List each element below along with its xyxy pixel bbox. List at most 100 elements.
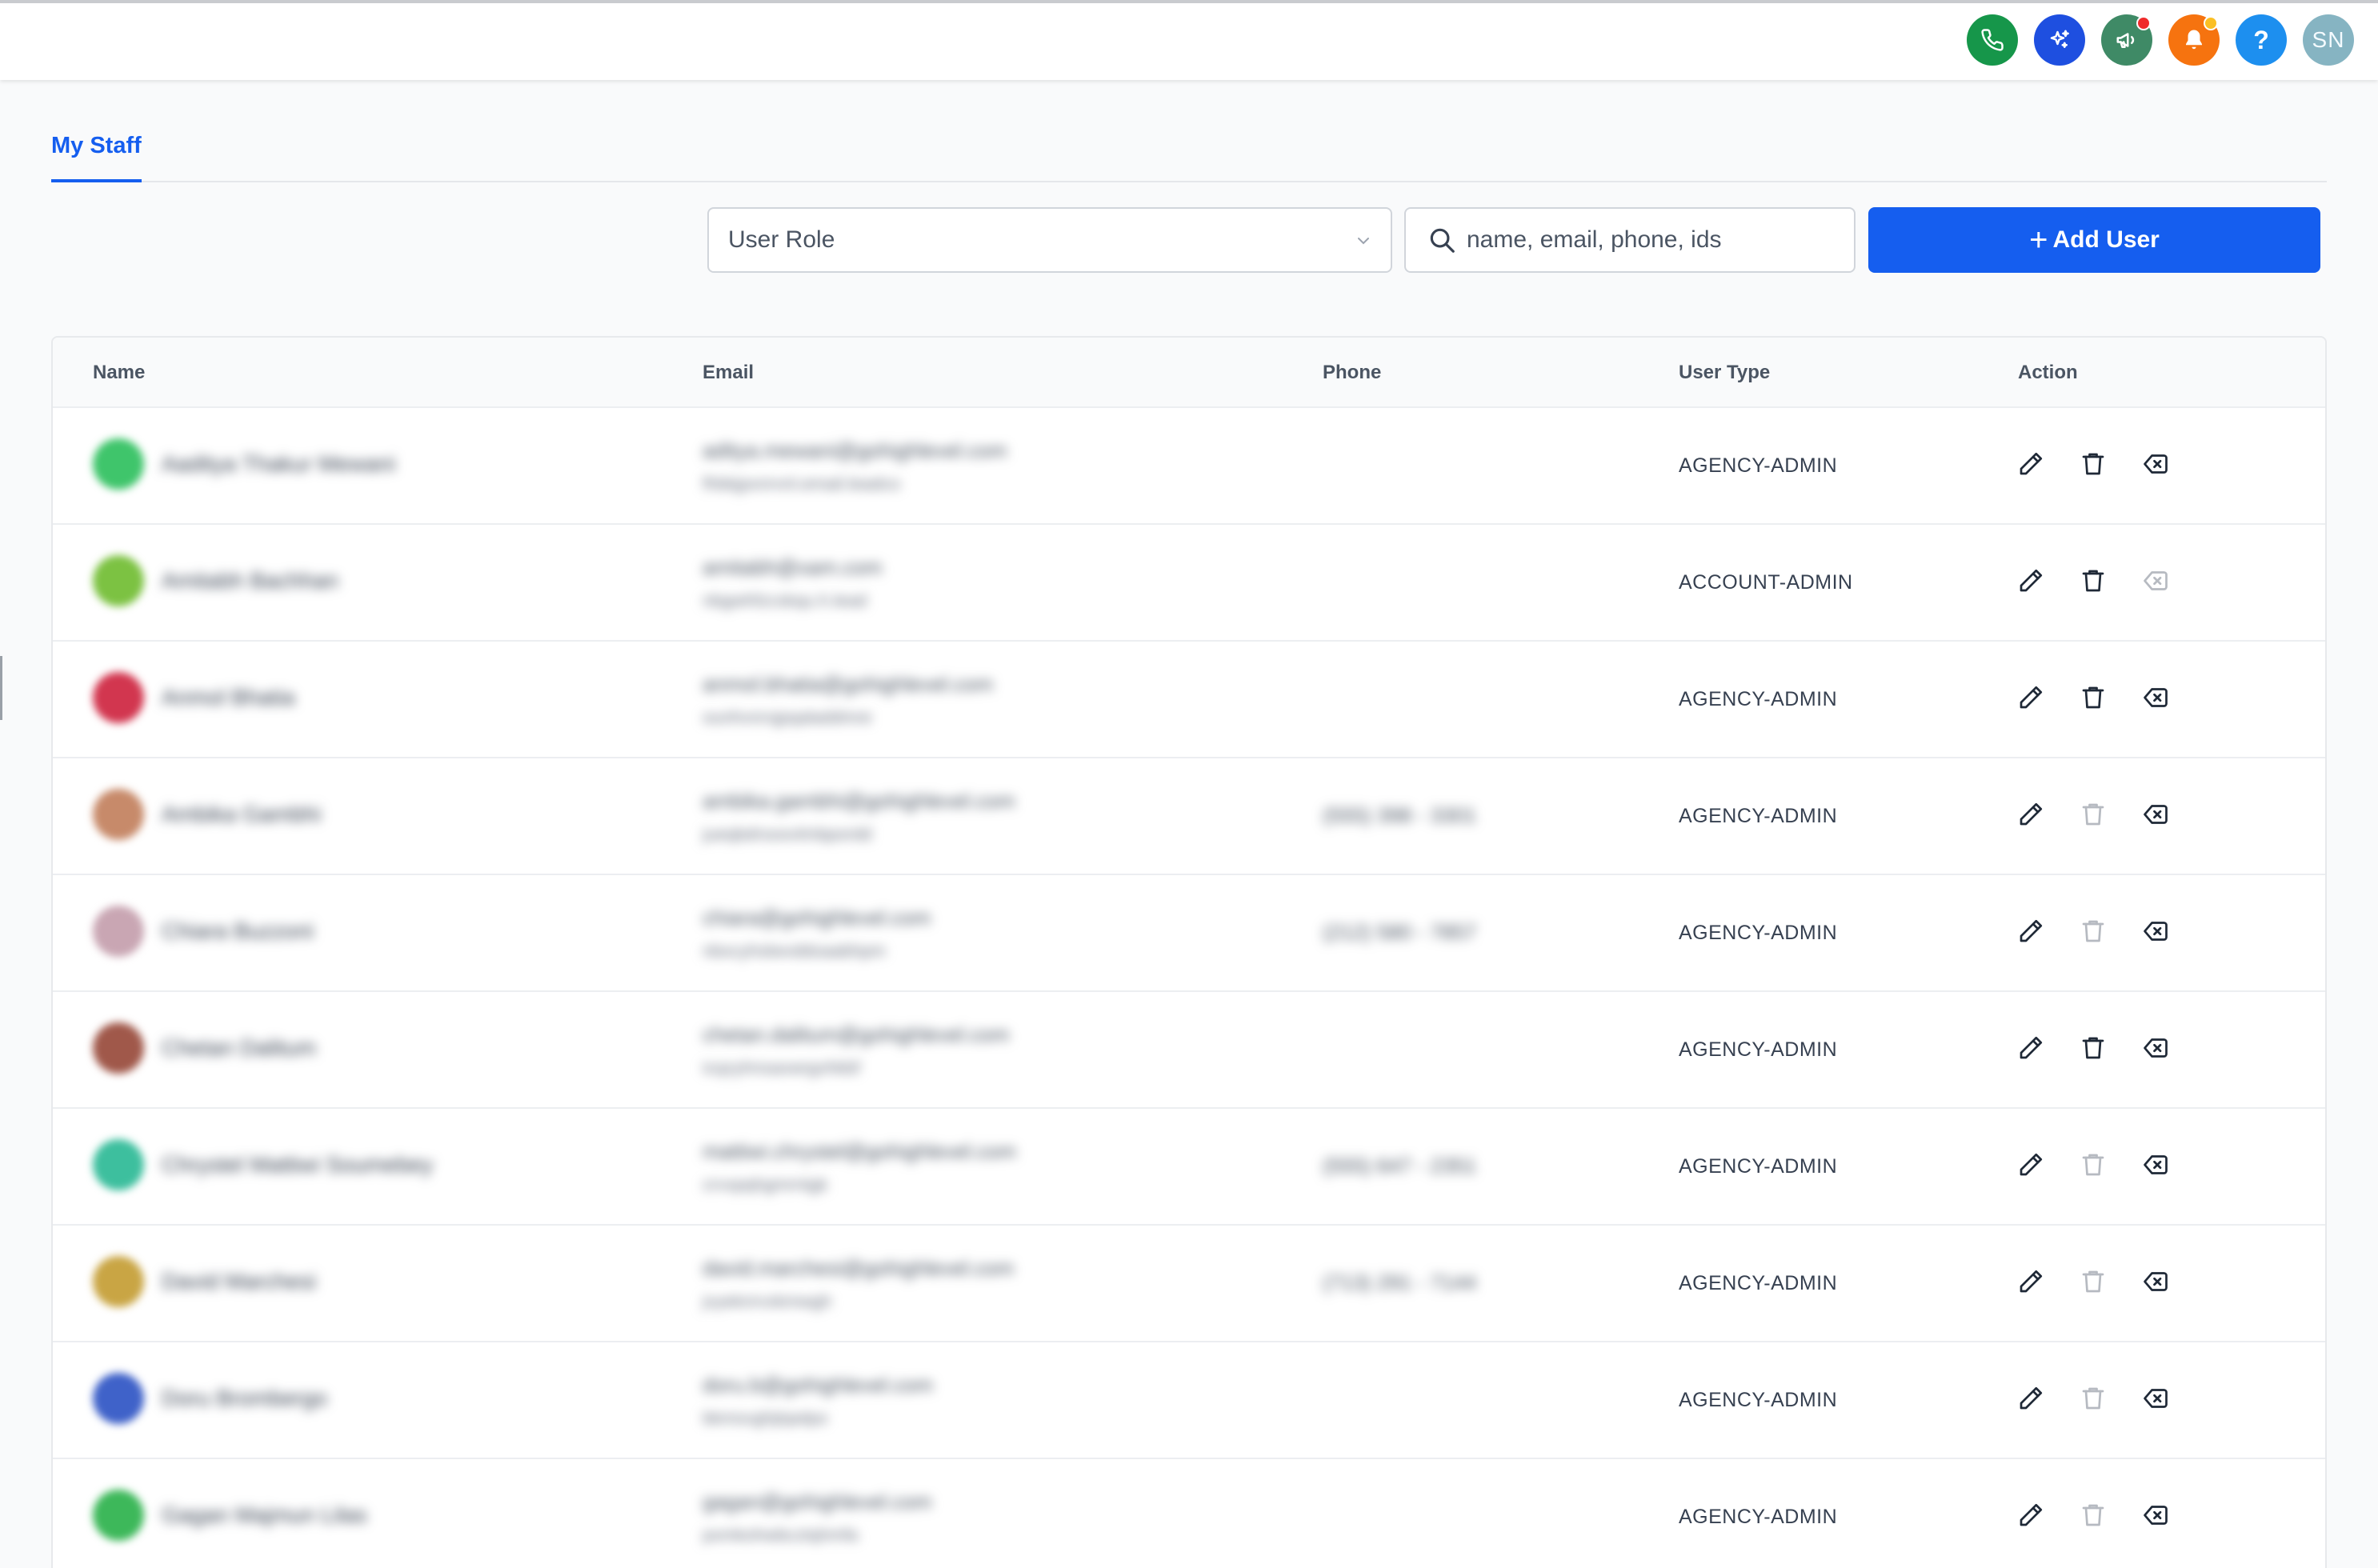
user-email: doru.b@gohighlevel.com — [703, 1373, 934, 1397]
column-header-name[interactable]: Name — [93, 362, 145, 384]
user-avatar[interactable]: SN — [2303, 14, 2354, 66]
user-email: david.marchesi@gohighlevel.com — [703, 1256, 1015, 1280]
avatar — [93, 555, 144, 606]
user-id-copy[interactable]: jueqbdrsoovlmbpordd — [703, 824, 872, 845]
user-type: AGENCY-ADMIN — [1679, 1038, 1838, 1061]
delete-icon[interactable] — [2079, 917, 2108, 946]
edit-icon[interactable] — [2016, 1150, 2045, 1179]
remove-icon[interactable] — [2141, 1267, 2170, 1296]
remove-icon[interactable] — [2141, 917, 2170, 946]
column-header-action: Action — [2018, 362, 2078, 383]
user-name[interactable]: Anmol Bhatia — [162, 685, 295, 710]
user-role-select[interactable]: User Role — [707, 207, 1392, 273]
edit-icon[interactable] — [2016, 683, 2045, 712]
notification-dot — [2204, 16, 2218, 30]
edit-icon[interactable] — [2016, 1501, 2045, 1530]
chevron-down-icon — [1358, 238, 1369, 245]
table-row[interactable]: Aaditya Thakur Mewani aditya.mewani@gohig… — [53, 408, 2325, 525]
user-name[interactable]: Chetan Dalitum — [162, 1035, 316, 1061]
user-email: gagan@gohighlevel.com — [703, 1490, 932, 1514]
table-row[interactable]: Doru Brombergo doru.b@gohighlevel.com bkms… — [53, 1342, 2325, 1459]
table-row[interactable]: Ambika Gambhi ambika.gambhi@gohighlevel.c… — [53, 758, 2325, 875]
ai-sparkle-icon[interactable] — [2034, 14, 2085, 66]
user-name[interactable]: David Marchesi — [162, 1269, 316, 1294]
table-row[interactable]: David Marchesi david.marchesi@gohighlevel… — [53, 1226, 2325, 1342]
user-phone: (212) 580 - 7857 — [1323, 920, 1477, 944]
user-name[interactable]: Chrystel Mattiwi Soumebey — [162, 1152, 433, 1178]
user-type: AGENCY-ADMIN — [1679, 922, 1838, 944]
user-email: ambika.gambhi@gohighlevel.com — [703, 789, 1015, 813]
user-id-copy[interactable]: pxmkohwbcztqhmfa — [703, 1525, 858, 1546]
sidebar-edge-marker — [0, 656, 2, 720]
user-email: mattiwi.chrystel@gohighlevel.com — [703, 1139, 1016, 1163]
delete-icon[interactable] — [2079, 566, 2108, 595]
delete-icon[interactable] — [2079, 1501, 2108, 1530]
user-id-copy[interactable]: icqzyhnsaxwrgvhkbf — [703, 1058, 860, 1078]
user-type: AGENCY-ADMIN — [1679, 1272, 1838, 1294]
column-header-phone[interactable]: Phone — [1323, 362, 1381, 384]
table-header: Name Email Phone User Type Action — [53, 338, 2325, 408]
user-phone: (555) 398 - 3301 — [1323, 803, 1477, 827]
remove-icon[interactable] — [2141, 566, 2170, 595]
column-header-email[interactable]: Email — [703, 362, 754, 384]
plus-icon: + — [2029, 222, 2048, 258]
avatar — [93, 1139, 144, 1190]
table-row[interactable]: Chrystel Mattiwi Soumebey mattiwi.chryste… — [53, 1109, 2325, 1226]
table-row[interactable]: Amitabh Bachhan amitabh@xam.com nbgwhfzcsk… — [53, 525, 2325, 642]
user-email: aditya.mewani@gohighlevel.com — [703, 438, 1007, 462]
avatar — [93, 1490, 144, 1541]
delete-icon[interactable] — [2079, 1150, 2108, 1179]
user-name[interactable]: Ambika Gambhi — [162, 802, 321, 827]
edit-icon[interactable] — [2016, 1034, 2045, 1062]
megaphone-icon[interactable] — [2101, 14, 2152, 66]
bell-icon[interactable] — [2168, 14, 2220, 66]
tab-my-staff[interactable]: My Staff — [51, 120, 142, 182]
delete-icon[interactable] — [2079, 1034, 2108, 1062]
user-id-copy[interactable]: ounhvnrxjpqaladdmre — [703, 707, 872, 728]
table-row[interactable]: Chiara Buzzoni chiara@gohighlevel.com nbxc… — [53, 875, 2325, 992]
help-icon[interactable]: ? — [2236, 14, 2287, 66]
user-id-copy[interactable]: nbgwhfzcskqu.h.lead — [703, 590, 867, 611]
remove-icon[interactable] — [2141, 1384, 2170, 1413]
tab-bar: My Staff — [51, 120, 2327, 182]
remove-icon[interactable] — [2141, 800, 2170, 829]
user-id-copy[interactable]: nbxcyhslwvddoaabhpm — [703, 941, 886, 962]
user-id-copy[interactable]: fhbkjpxnrvnl.email.leadco — [703, 474, 900, 494]
table-row[interactable]: Anmol Bhatia anmol.bhatia@gohighlevel.com… — [53, 642, 2325, 758]
delete-icon[interactable] — [2079, 450, 2108, 478]
edit-icon[interactable] — [2016, 1384, 2045, 1413]
delete-icon[interactable] — [2079, 800, 2108, 829]
search-box[interactable] — [1404, 207, 1856, 273]
user-phone: (713) 291 - 7144 — [1323, 1270, 1477, 1294]
delete-icon[interactable] — [2079, 1384, 2108, 1413]
user-id-copy[interactable]: jvyeknrvxkmwgh — [703, 1291, 831, 1312]
edit-icon[interactable] — [2016, 1267, 2045, 1296]
column-header-user-type[interactable]: User Type — [1679, 362, 1770, 384]
top-bar: ? SN — [0, 0, 2378, 80]
remove-icon[interactable] — [2141, 683, 2170, 712]
user-name[interactable]: Gagan Majmun Lilas — [162, 1502, 367, 1528]
delete-icon[interactable] — [2079, 683, 2108, 712]
user-name[interactable]: Amitabh Bachhan — [162, 568, 338, 594]
table-row[interactable]: Gagan Majmun Lilas gagan@gohighlevel.com p… — [53, 1459, 2325, 1568]
add-user-button[interactable]: + Add User — [1868, 207, 2320, 273]
user-name[interactable]: Chiara Buzzoni — [162, 918, 314, 944]
user-id-copy[interactable]: crvxpqhgmrntgk — [703, 1174, 828, 1195]
user-name[interactable]: Doru Brombergo — [162, 1386, 327, 1411]
user-email: chiara@gohighlevel.com — [703, 906, 931, 930]
remove-icon[interactable] — [2141, 450, 2170, 478]
edit-icon[interactable] — [2016, 566, 2045, 595]
avatar — [93, 1022, 144, 1074]
table-row[interactable]: Chetan Dalitum chetan.dalitum@gohighlevel… — [53, 992, 2325, 1109]
user-id-copy[interactable]: bkmsvghjtqwlpo — [703, 1408, 828, 1429]
edit-icon[interactable] — [2016, 450, 2045, 478]
phone-icon[interactable] — [1967, 14, 2018, 66]
edit-icon[interactable] — [2016, 800, 2045, 829]
user-name[interactable]: Aaditya Thakur Mewani — [162, 451, 395, 477]
remove-icon[interactable] — [2141, 1034, 2170, 1062]
edit-icon[interactable] — [2016, 917, 2045, 946]
search-input[interactable] — [1467, 226, 1851, 254]
remove-icon[interactable] — [2141, 1501, 2170, 1530]
remove-icon[interactable] — [2141, 1150, 2170, 1179]
delete-icon[interactable] — [2079, 1267, 2108, 1296]
